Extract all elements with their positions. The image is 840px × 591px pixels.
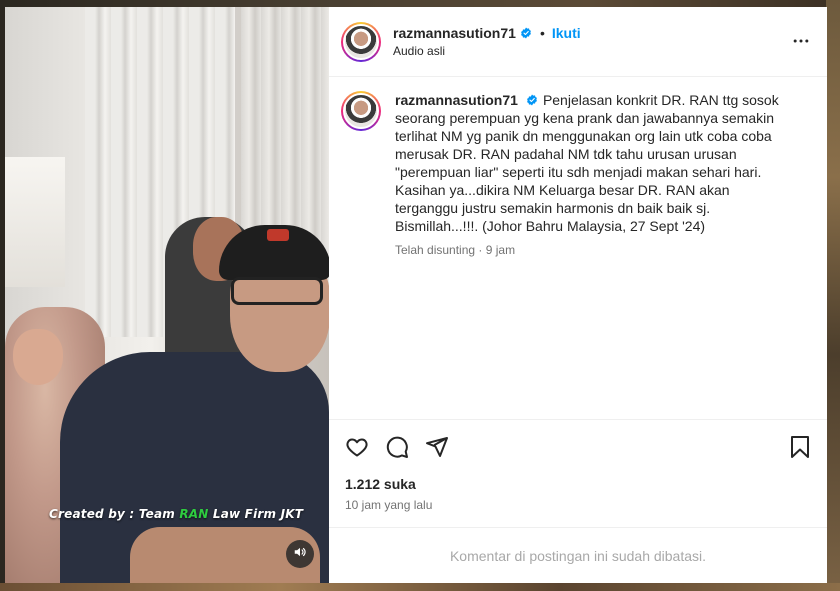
author-username[interactable]: razmannasution71 xyxy=(393,25,516,41)
actions-section: 1.212 suka 10 jam yang lalu xyxy=(329,419,827,527)
background-feed-bottom xyxy=(0,583,840,591)
follow-button[interactable]: Ikuti xyxy=(552,25,581,41)
video-cap-logo xyxy=(267,229,289,241)
post-video[interactable]: Created by : Team RAN Law Firm JKT xyxy=(5,7,329,583)
caption-area: razmannasution71 Penjelasan konkrit DR. … xyxy=(329,77,827,419)
sound-toggle-button[interactable] xyxy=(286,540,314,568)
caption-verified-badge-icon xyxy=(526,94,538,106)
watermark-suffix: Law Firm JKT xyxy=(208,507,304,521)
caption-body: razmannasution71 Penjelasan konkrit DR. … xyxy=(395,91,795,419)
separator-dot: • xyxy=(539,25,545,41)
post-timestamp[interactable]: 10 jam yang lalu xyxy=(345,498,811,512)
more-options-icon[interactable] xyxy=(791,31,811,56)
caption-author-avatar[interactable] xyxy=(341,91,381,131)
bookmark-icon[interactable] xyxy=(789,435,811,459)
caption-edited-time: Telah disunting · 9 jam xyxy=(395,243,516,257)
caption-text: Penjelasan konkrit DR. RAN ttg sosok seo… xyxy=(395,92,779,234)
heart-icon[interactable] xyxy=(345,435,369,459)
watermark-prefix: Created by : Team xyxy=(49,507,180,521)
post-header: razmannasution71 • Ikuti Audio asli xyxy=(329,7,827,77)
post-details-panel: razmannasution71 • Ikuti Audio asli razm… xyxy=(329,7,827,583)
video-lamp xyxy=(5,157,65,287)
post-modal: Created by : Team RAN Law Firm JKT razma… xyxy=(5,7,827,583)
caption-avatar-image xyxy=(343,93,379,129)
header-row: razmannasution71 • Ikuti xyxy=(393,25,581,41)
like-count[interactable]: 1.212 suka xyxy=(345,476,811,492)
video-person-woman-face xyxy=(13,329,63,385)
watermark-highlight: RAN xyxy=(179,507,209,521)
header-text: razmannasution71 • Ikuti Audio asli xyxy=(393,25,581,58)
avatar-image xyxy=(343,23,379,60)
verified-badge-icon xyxy=(520,27,532,39)
video-watermark: Created by : Team RAN Law Firm JKT xyxy=(49,507,303,521)
background-feed-strip xyxy=(826,0,840,591)
send-icon[interactable] xyxy=(425,435,449,459)
video-glasses xyxy=(231,277,323,305)
comments-disabled-notice: Komentar di postingan ini sudah dibatasi… xyxy=(329,527,827,583)
caption-text-block: razmannasution71 Penjelasan konkrit DR. … xyxy=(395,91,795,235)
comment-icon[interactable] xyxy=(385,435,409,459)
audio-link[interactable]: Audio asli xyxy=(393,44,581,58)
caption-username[interactable]: razmannasution71 xyxy=(395,92,518,108)
speaker-icon xyxy=(293,545,307,564)
action-bar xyxy=(345,434,811,460)
author-avatar[interactable] xyxy=(341,21,381,62)
